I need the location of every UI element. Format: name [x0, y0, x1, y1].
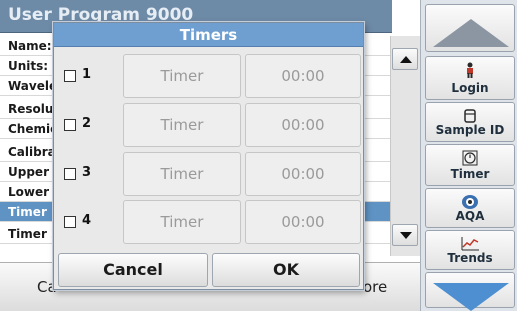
triangle-up-icon: [400, 56, 412, 63]
login-button[interactable]: Login: [425, 56, 515, 100]
list-item-label: Chemic: [8, 122, 58, 136]
timer-name-button[interactable]: Timer: [123, 200, 241, 244]
list-item-label: Units:: [8, 59, 49, 73]
timer-row: 4 Timer 00:00: [54, 200, 363, 244]
timer-number: 2: [82, 116, 92, 131]
timers-dialog: Timers 1 Timer 00:00 2 Timer 00:00 3 Tim…: [53, 22, 364, 290]
timer-number: 1: [82, 67, 92, 82]
timer-number: 3: [82, 165, 92, 180]
timer-duration-button[interactable]: 00:00: [245, 54, 361, 98]
timer-row: 2 Timer 00:00: [54, 103, 363, 147]
aqa-label: AQA: [455, 209, 485, 223]
dialog-title: Timers: [54, 23, 363, 47]
timer-row: 3 Timer 00:00: [54, 152, 363, 196]
timer-duration-button[interactable]: 00:00: [245, 200, 361, 244]
triangle-down-icon: [400, 232, 412, 239]
timer-checkbox[interactable]: [64, 168, 76, 180]
timer-duration-button[interactable]: 00:00: [245, 152, 361, 196]
timer-button[interactable]: Timer: [425, 144, 515, 186]
ok-button[interactable]: OK: [212, 253, 360, 287]
list-item-label: Timer 2: [8, 227, 60, 241]
stopwatch-icon: [426, 149, 514, 167]
timer-checkbox[interactable]: [64, 119, 76, 131]
scroll-up-button[interactable]: [392, 48, 418, 70]
list-item-label: Upper: [8, 165, 49, 179]
list-item-label: Name:: [8, 39, 52, 53]
cancel-button[interactable]: Cancel: [58, 253, 208, 287]
page-down-button[interactable]: [425, 272, 515, 311]
list-item-label: Wavele: [8, 79, 58, 93]
right-sidebar: Login Sample ID Timer AQA Trends: [420, 0, 517, 311]
login-label: Login: [451, 81, 489, 95]
timer-label: Timer: [450, 167, 490, 181]
list-item-label: Resolu: [8, 102, 54, 116]
timer-name-button[interactable]: Timer: [123, 103, 241, 147]
timer-name-button[interactable]: Timer: [123, 152, 241, 196]
list-item-label: Timer 1: [8, 205, 60, 219]
timer-checkbox[interactable]: [64, 216, 76, 228]
dialog-footer: Cancel OK: [54, 247, 363, 289]
scroll-down-button[interactable]: [392, 224, 418, 246]
list-item-label: Lower: [8, 185, 50, 199]
trends-label: Trends: [447, 251, 493, 265]
arrow-down-icon: [433, 283, 509, 311]
person-icon: [426, 61, 514, 79]
timer-duration-button[interactable]: 00:00: [245, 103, 361, 147]
aqa-button[interactable]: AQA: [425, 188, 515, 228]
timer-name-button[interactable]: Timer: [123, 54, 241, 98]
page-up-button[interactable]: [425, 4, 515, 52]
trends-button[interactable]: Trends: [425, 230, 515, 270]
arrow-up-icon: [433, 19, 509, 47]
sample-id-button[interactable]: Sample ID: [425, 102, 515, 142]
timer-number: 4: [82, 213, 92, 228]
timer-checkbox[interactable]: [64, 70, 76, 82]
bottom-right-button-label[interactable]: ore: [363, 278, 387, 296]
list-item-label: Calibra: [8, 145, 56, 159]
timer-row: 1 Timer 00:00: [54, 54, 363, 98]
sample-id-label: Sample ID: [435, 123, 505, 137]
